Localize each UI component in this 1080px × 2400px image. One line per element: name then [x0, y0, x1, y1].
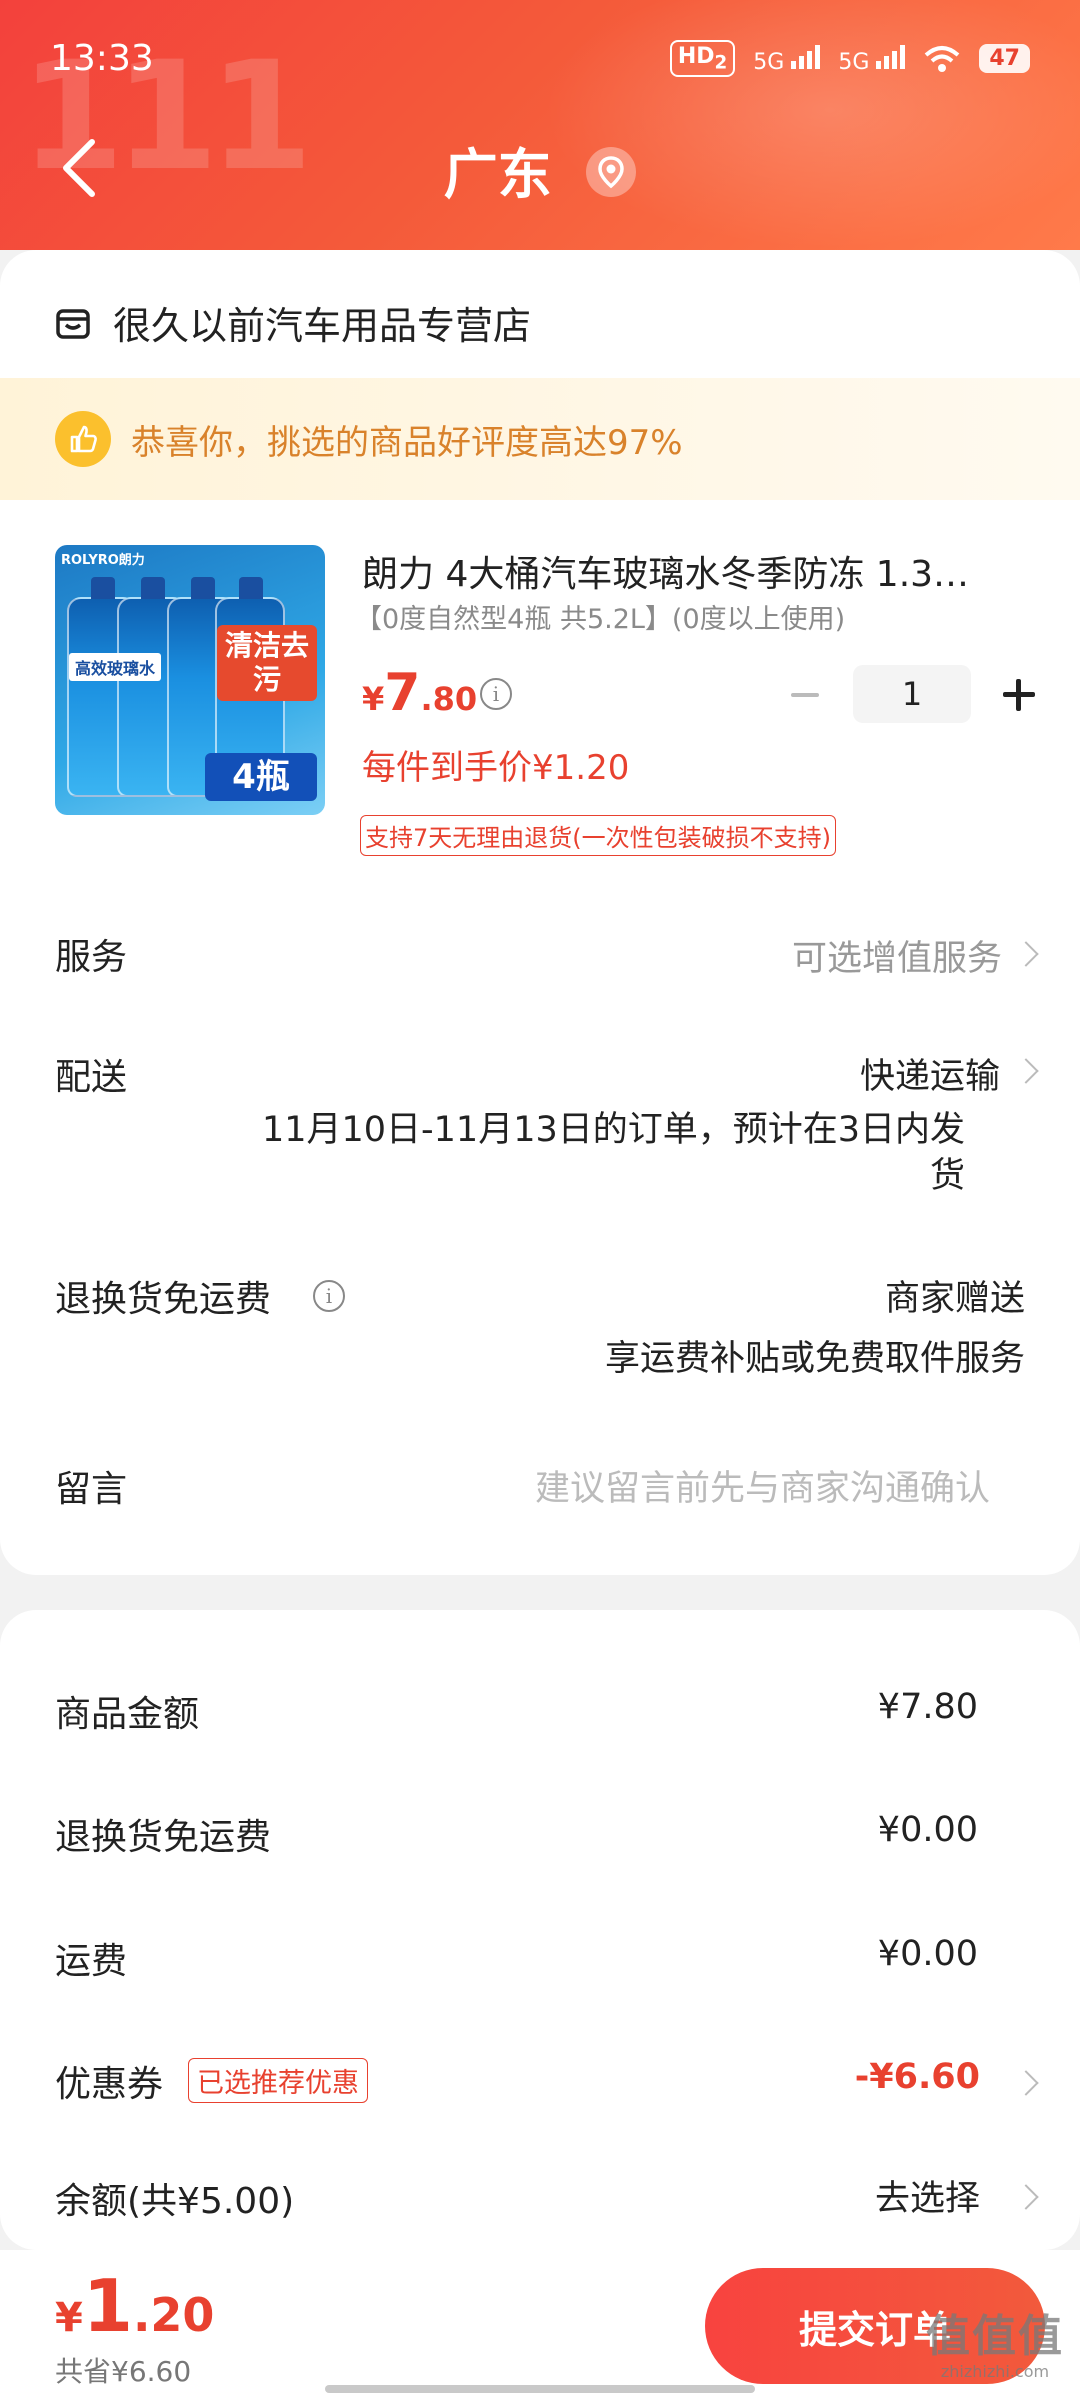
total-saved: 共省¥6.60 [55, 2355, 192, 2388]
return-shipping-info-icon[interactable]: i [313, 1280, 345, 1312]
product-item: ROLYRO朗力 高效玻璃水 清洁去污 4瓶 朗力 4大桶汽车玻璃水冬季防冻 1… [55, 545, 1035, 875]
store-row[interactable]: 很久以前汽车用品专营店 [55, 295, 531, 350]
goods-amount-value: ¥7.80 [877, 1687, 978, 1727]
product-spec[interactable]: 【0度自然型4瓶 共5.2L】(0度以上使用) [355, 597, 845, 636]
status-icons: HD2 5G 5G 47 [669, 40, 1030, 78]
delivery-label: 配送 [55, 1057, 128, 1098]
rating-banner: 恭喜你，挑选的商品好评度高达97% [0, 378, 1080, 500]
unit-final-price: 每件到手价¥1.20 [362, 748, 630, 788]
watermark: 值值值 zhizhizhi.com [926, 2311, 1064, 2382]
product-price: ¥7.80 [362, 663, 478, 723]
shipping-fee-label: 运费 [55, 1941, 128, 1982]
status-bar: 13:33 HD2 5G 5G 47 [0, 0, 1080, 120]
product-title[interactable]: 朗力 4大桶汽车玻璃水冬季防冻 1.3… [362, 545, 1022, 597]
quantity-input[interactable]: 1 [853, 665, 971, 723]
product-image-tag: 清洁去污 [217, 625, 317, 701]
battery-icon: 47 [979, 44, 1030, 74]
message-input[interactable]: 建议留言前先与商家沟通确认 [535, 1460, 990, 1511]
coupon-tag: 已选推荐优惠 [188, 2058, 368, 2103]
location-pin-icon[interactable] [586, 147, 637, 198]
store-icon [56, 308, 90, 339]
thumbs-up-icon [55, 411, 111, 467]
page-title[interactable]: 广东 [0, 130, 1080, 209]
goods-amount-label: 商品金额 [55, 1694, 200, 1735]
coupon-chevron-icon[interactable] [1013, 2070, 1039, 2096]
signal-icon-2: 5G [838, 43, 906, 75]
product-image[interactable]: ROLYRO朗力 高效玻璃水 清洁去污 4瓶 [55, 545, 325, 815]
home-indicator[interactable] [325, 2385, 755, 2393]
service-value[interactable]: 可选增值服务 [792, 930, 1002, 981]
delivery-chevron-icon[interactable] [1013, 1058, 1039, 1084]
coupon-label: 优惠券 [55, 2064, 164, 2105]
signal-icon-1: 5G [753, 43, 821, 75]
price-summary-card: 商品金额 ¥7.80 退换货免运费 ¥0.00 运费 ¥0.00 优惠券 已选推… [0, 1610, 1080, 2250]
return-policy-tag: 支持7天无理由退货(一次性包装破损不支持) [360, 815, 836, 856]
checkout-bar: ¥1.20 共省¥6.60 提交订单 [0, 2250, 1080, 2400]
product-image-brand: ROLYRO朗力 [61, 553, 145, 568]
shipping-fee-value: ¥0.00 [877, 1934, 978, 1974]
store-name: 很久以前汽车用品专营店 [113, 304, 532, 348]
balance-label: 余额(共¥5.00) [55, 2181, 295, 2222]
order-card: 很久以前汽车用品专营店 恭喜你，挑选的商品好评度高达97% ROLYRO朗力 高… [0, 250, 1080, 1575]
header: 111 13:33 HD2 5G 5G 47 广东 [0, 0, 1080, 250]
quantity-decrease-button[interactable] [785, 674, 825, 714]
return-fee-value: ¥0.00 [877, 1810, 978, 1850]
quantity-increase-button[interactable] [999, 674, 1039, 714]
rating-banner-text: 恭喜你，挑选的商品好评度高达97% [131, 422, 683, 463]
hd-icon: HD2 [669, 40, 736, 78]
status-time: 13:33 [50, 38, 154, 79]
product-image-badge: 4瓶 [205, 753, 317, 801]
service-label: 服务 [55, 937, 128, 978]
delivery-value[interactable]: 快递运输 [860, 1048, 1000, 1099]
coupon-value[interactable]: -¥6.60 [855, 2057, 980, 2097]
service-chevron-icon[interactable] [1013, 941, 1039, 967]
return-shipping-value: 商家赠送 [884, 1279, 1025, 1319]
return-shipping-note: 享运费补贴或免费取件服务 [604, 1339, 1025, 1379]
balance-select[interactable]: 去选择 [875, 2170, 980, 2221]
message-label: 留言 [55, 1469, 128, 1510]
delivery-note: 11月10日-11月13日的订单，预计在3日内发货 [261, 1110, 965, 1196]
quantity-stepper: 1 [785, 665, 1039, 723]
balance-chevron-icon[interactable] [1013, 2184, 1039, 2210]
total-price: ¥1.20 [55, 2264, 215, 2348]
product-image-label: 高效玻璃水 [69, 653, 162, 681]
return-shipping-label: 退换货免运费 [55, 1279, 272, 1320]
wifi-icon [925, 45, 960, 72]
return-fee-label: 退换货免运费 [55, 1817, 272, 1858]
page-title-text: 广东 [443, 143, 552, 206]
price-info-icon[interactable]: i [480, 678, 512, 710]
